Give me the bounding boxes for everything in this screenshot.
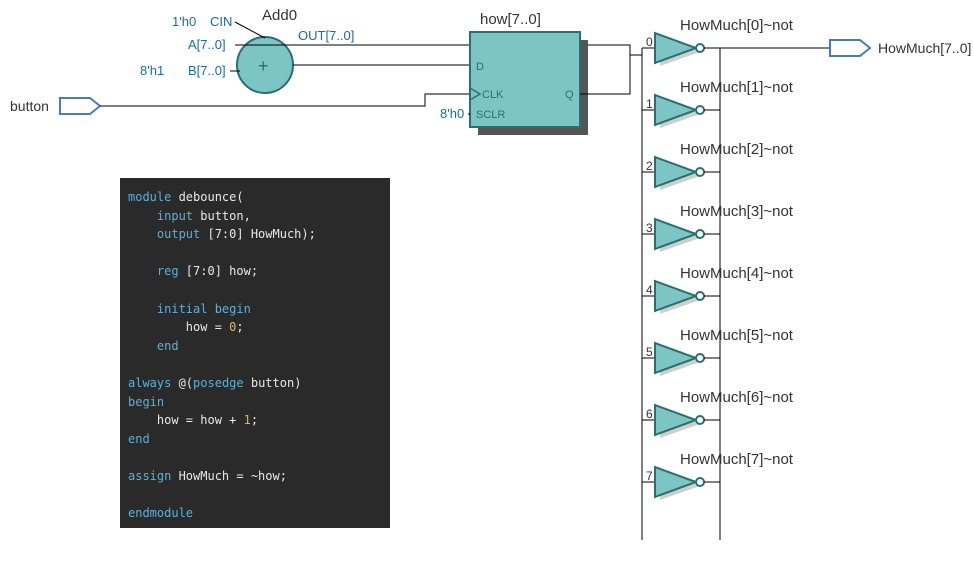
inverter-6: HowMuch[6]~not 6	[642, 389, 794, 438]
inverter-6-label: HowMuch[6]~not	[680, 389, 794, 406]
adder-title: Add0	[262, 7, 297, 24]
inverter-5: HowMuch[5]~not 5	[642, 327, 794, 376]
inverter-3-index: 3	[646, 221, 653, 235]
adder-a-pin: A[7..0]	[188, 37, 226, 52]
output-port-label: HowMuch[7..0]	[878, 40, 971, 56]
inverter-6-index: 6	[646, 407, 653, 421]
inverter-2: HowMuch[2]~not 2	[642, 141, 794, 190]
code-snippet: module debounce( input button, output [7…	[120, 178, 390, 528]
register-q-pin: Q	[565, 89, 574, 101]
register-sclr-pin: SCLR	[476, 109, 505, 121]
inverter-7-label: HowMuch[7]~not	[680, 451, 794, 468]
input-port-button: button	[10, 98, 100, 114]
adder-out-pin: OUT[7..0]	[298, 28, 354, 43]
register-block: how[7..0] D CLK SCLR Q 8'h0	[440, 11, 588, 135]
inverter-5-label: HowMuch[5]~not	[680, 327, 794, 344]
inverter-2-index: 2	[646, 159, 653, 173]
inverter-0: HowMuch[0]~not 0	[642, 17, 794, 66]
inverter-4-index: 4	[646, 283, 653, 297]
adder-plus-icon: +	[258, 56, 269, 76]
inverter-0-index: 0	[646, 35, 653, 49]
adder-cin-pin: CIN	[210, 14, 232, 29]
register-d-pin: D	[476, 61, 484, 73]
inverter-4: HowMuch[4]~not 4	[642, 265, 794, 314]
adder-b-pin: B[7..0]	[188, 63, 226, 78]
adder-cin-const: 1'h0	[172, 14, 196, 29]
inverter-7-index: 7	[646, 469, 653, 483]
register-title: how[7..0]	[480, 11, 541, 28]
inverter-3: HowMuch[3]~not 3	[642, 203, 794, 252]
input-port-label: button	[10, 98, 49, 114]
inverter-1: HowMuch[1]~not 1	[642, 79, 794, 128]
inverter-1-index: 1	[646, 97, 653, 111]
inverter-0-label: HowMuch[0]~not	[680, 17, 794, 34]
register-clk-pin: CLK	[482, 89, 504, 101]
output-port-howmuch: HowMuch[7..0]	[720, 40, 971, 56]
inverter-1-label: HowMuch[1]~not	[680, 79, 794, 96]
wire-button-to-clk	[100, 94, 470, 106]
adder-b-const: 8'h1	[140, 63, 164, 78]
inverter-2-label: HowMuch[2]~not	[680, 141, 794, 158]
register-sclr-const: 8'h0	[440, 106, 464, 121]
inverter-4-label: HowMuch[4]~not	[680, 265, 794, 282]
inverter-3-label: HowMuch[3]~not	[680, 203, 794, 220]
adder-block: Add0 + 1'h0 CIN A[7..0] 8'h1 B[7..0] OUT…	[140, 7, 354, 93]
inverter-5-index: 5	[646, 345, 653, 359]
inverter-7: HowMuch[7]~not 7	[642, 451, 794, 500]
